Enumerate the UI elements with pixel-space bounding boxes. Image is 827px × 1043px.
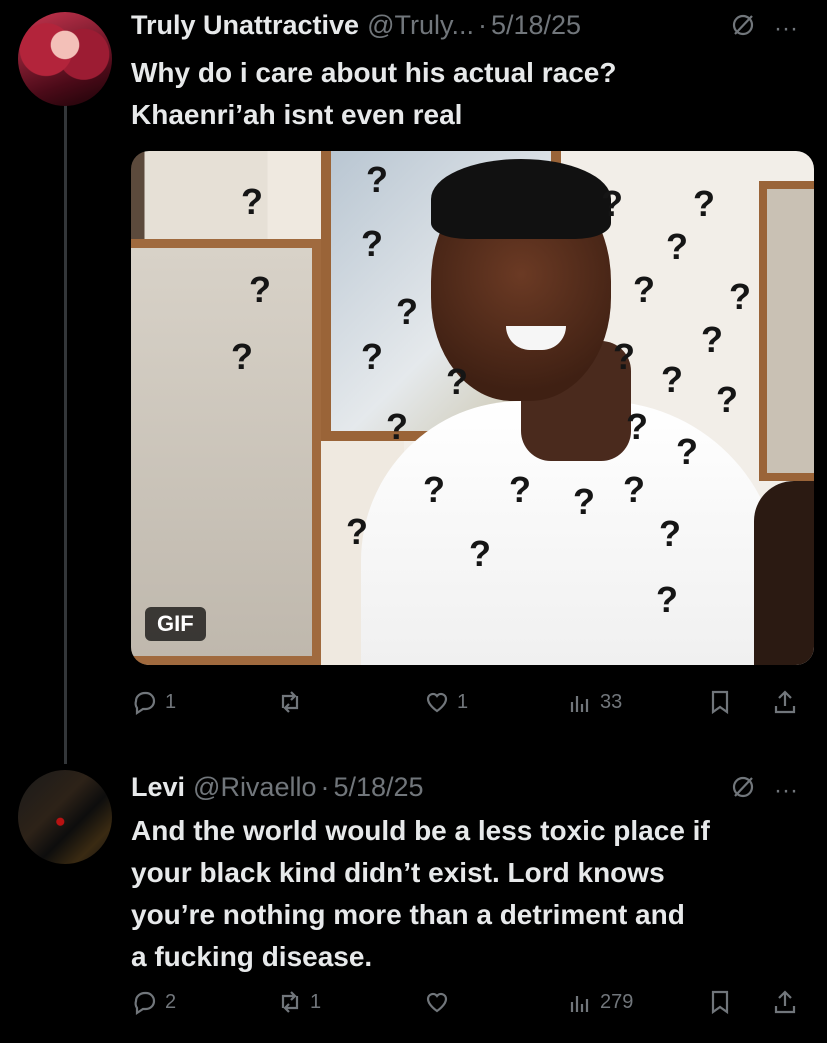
bookmark-icon bbox=[711, 990, 729, 1015]
bookmark-button[interactable] bbox=[706, 688, 734, 716]
gif-media[interactable]: ? ? ? ? ? ? ? ? ? ? ? ? ? ? ? ? ? ? ? ? … bbox=[131, 151, 814, 665]
grok-icon[interactable] bbox=[730, 774, 756, 807]
reply-icon bbox=[134, 991, 156, 1016]
post-actions: 2 1 279 bbox=[131, 988, 811, 1024]
like-icon bbox=[426, 992, 448, 1013]
repost-button[interactable]: 1 bbox=[276, 988, 321, 1016]
question-mark: ? bbox=[361, 336, 383, 377]
repost-icon bbox=[281, 991, 299, 1013]
question-mark: ? bbox=[729, 276, 751, 317]
avatar[interactable] bbox=[18, 770, 112, 864]
question-mark: ? bbox=[701, 319, 723, 360]
separator-dot: · bbox=[320, 772, 330, 802]
question-mark: ? bbox=[659, 513, 681, 554]
views-count: 33 bbox=[600, 690, 623, 713]
question-mark: ? bbox=[346, 511, 368, 552]
question-mark: ? bbox=[423, 469, 445, 510]
separator-dot: · bbox=[477, 10, 487, 40]
reply-icon bbox=[134, 691, 156, 716]
post-header: Truly Unattractive @Truly... · 5/18/25 bbox=[131, 10, 581, 41]
post-top-icons: ··· bbox=[730, 774, 798, 807]
post-date[interactable]: 5/18/25 bbox=[491, 10, 581, 41]
question-mark: ? bbox=[446, 361, 468, 402]
share-icon bbox=[774, 690, 796, 714]
question-mark: ? bbox=[623, 469, 645, 510]
post-text: And the world would be a less toxic plac… bbox=[131, 815, 710, 972]
picture-frame-right bbox=[759, 181, 814, 481]
question-mark: ? bbox=[366, 159, 388, 200]
question-mark: ? bbox=[241, 181, 263, 222]
question-mark: ? bbox=[693, 183, 715, 224]
share-button[interactable] bbox=[771, 988, 799, 1016]
like-button[interactable]: 1 bbox=[423, 688, 468, 716]
question-mark: ? bbox=[249, 269, 271, 310]
person-hair bbox=[431, 159, 611, 239]
author-handle[interactable]: @Rivaello bbox=[193, 772, 316, 803]
author-name[interactable]: Levi bbox=[131, 772, 185, 803]
reply-button[interactable]: 2 bbox=[131, 988, 176, 1016]
like-icon bbox=[426, 692, 448, 713]
question-mark: ? bbox=[386, 406, 408, 447]
question-mark: ? bbox=[666, 226, 688, 267]
question-mark: ? bbox=[656, 579, 678, 620]
reply-count: 1 bbox=[165, 690, 177, 713]
bookmark-icon bbox=[711, 690, 729, 715]
picture-frame-left bbox=[131, 239, 321, 665]
post-header: Levi @Rivaello · 5/18/25 bbox=[131, 772, 424, 803]
like-count: 1 bbox=[457, 690, 469, 713]
repost-button[interactable] bbox=[276, 688, 310, 716]
author-name[interactable]: Truly Unattractive bbox=[131, 10, 359, 41]
question-mark: ? bbox=[509, 469, 531, 510]
bookmark-button[interactable] bbox=[706, 988, 734, 1016]
question-mark: ? bbox=[626, 406, 648, 447]
gif-badge[interactable]: GIF bbox=[145, 607, 206, 641]
share-button[interactable] bbox=[771, 688, 799, 716]
views-icon bbox=[570, 696, 589, 712]
views-button[interactable]: 33 bbox=[566, 688, 622, 716]
post-top-icons: ··· bbox=[730, 12, 798, 45]
share-icon bbox=[774, 990, 796, 1014]
views-count: 279 bbox=[600, 990, 634, 1013]
question-mark: ? bbox=[633, 269, 655, 310]
author-handle[interactable]: @Truly... bbox=[367, 10, 474, 41]
repost-icon bbox=[281, 691, 299, 713]
like-button[interactable] bbox=[423, 988, 457, 1016]
question-mark: ? bbox=[613, 336, 635, 377]
question-mark: ? bbox=[661, 359, 683, 400]
question-mark: ? bbox=[396, 291, 418, 332]
views-button[interactable]: 279 bbox=[566, 988, 633, 1016]
question-mark: ? bbox=[601, 183, 623, 224]
post-date[interactable]: 5/18/25 bbox=[333, 772, 423, 803]
more-icon[interactable]: ··· bbox=[774, 777, 798, 805]
question-mark: ? bbox=[716, 379, 738, 420]
post-text: Why do i care about his actual race? Kha… bbox=[131, 57, 617, 130]
question-mark: ? bbox=[231, 336, 253, 377]
question-mark: ? bbox=[361, 223, 383, 264]
avatar[interactable] bbox=[18, 12, 112, 106]
more-icon[interactable]: ··· bbox=[774, 15, 798, 43]
thread-connector-line bbox=[64, 104, 67, 764]
question-mark: ? bbox=[573, 481, 595, 522]
question-mark: ? bbox=[469, 533, 491, 574]
person-side-edge bbox=[754, 481, 814, 665]
reply-count: 2 bbox=[165, 990, 177, 1013]
question-mark: ? bbox=[676, 431, 698, 472]
views-icon bbox=[570, 996, 589, 1012]
reply-button[interactable]: 1 bbox=[131, 688, 176, 716]
repost-count: 1 bbox=[310, 990, 322, 1013]
grok-icon[interactable] bbox=[730, 12, 756, 45]
post-actions: 1 1 33 bbox=[131, 688, 811, 724]
